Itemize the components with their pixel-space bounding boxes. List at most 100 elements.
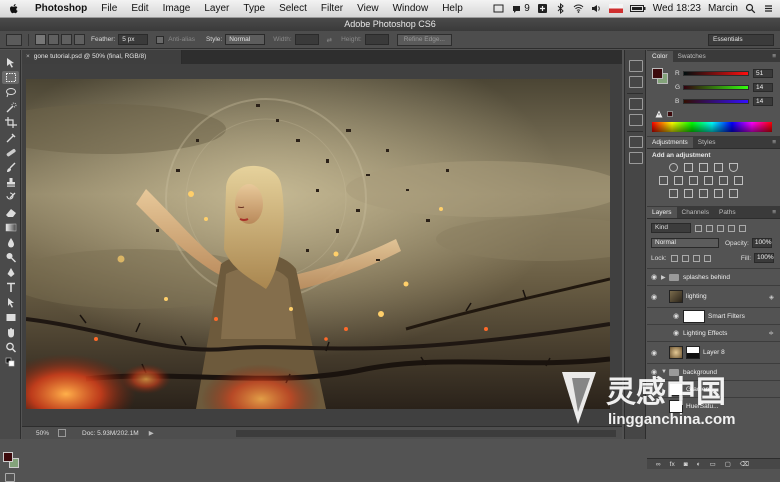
blue-value-input[interactable]: 14 xyxy=(753,96,773,106)
clone-stamp-tool[interactable] xyxy=(2,176,19,189)
adjustment-icon[interactable]: ◐ xyxy=(697,461,701,468)
spotlight-icon[interactable] xyxy=(745,3,756,14)
tab-color[interactable]: Color xyxy=(647,51,673,62)
character-panel-icon[interactable] xyxy=(629,136,643,148)
type-tool[interactable] xyxy=(2,281,19,294)
visibility-eye-icon[interactable]: ◉ xyxy=(669,312,683,320)
mask-icon[interactable]: ◙ xyxy=(684,461,688,468)
foreground-color-swatch[interactable] xyxy=(3,452,13,462)
volume-icon[interactable] xyxy=(591,3,602,14)
brush-tool[interactable] xyxy=(2,161,19,174)
menubar-clock[interactable]: Wed 18:23 xyxy=(653,3,701,14)
green-value-input[interactable]: 14 xyxy=(753,82,773,92)
filter-options-icon[interactable]: ≑ xyxy=(769,329,774,337)
fx-icon[interactable]: fx xyxy=(670,461,675,468)
path-selection-tool[interactable] xyxy=(2,296,19,309)
menubar-user[interactable]: Marcin xyxy=(708,3,738,14)
new-layer-icon[interactable]: ▢ xyxy=(725,460,731,468)
tab-adjustments[interactable]: Adjustments xyxy=(647,137,693,148)
menu-view[interactable]: View xyxy=(350,0,386,18)
refine-edge-button[interactable]: Refine Edge... xyxy=(396,33,452,46)
tab-swatches[interactable]: Swatches xyxy=(673,51,711,62)
subtract-selection-button[interactable] xyxy=(61,34,72,45)
menu-edit[interactable]: Edit xyxy=(124,0,155,18)
tray-bluetooth-icon[interactable] xyxy=(555,3,566,14)
menu-app-name[interactable]: Photoshop xyxy=(28,0,94,18)
color-spectrum-ramp[interactable] xyxy=(652,122,772,132)
fill-input[interactable]: 100% xyxy=(754,253,774,263)
layer-row-smart-filters[interactable]: ◉ Smart Filters xyxy=(647,307,780,324)
menu-window[interactable]: Window xyxy=(386,0,436,18)
document-tab[interactable]: × gone tutorial.psd @ 50% (final, RGB/8) xyxy=(22,50,182,64)
filter-shape-icon[interactable] xyxy=(728,224,735,232)
menu-filter[interactable]: Filter xyxy=(314,0,350,18)
gamut-warning-icon[interactable] xyxy=(655,110,663,118)
hand-tool[interactable] xyxy=(2,326,19,339)
status-info-icon[interactable] xyxy=(58,429,66,437)
green-slider[interactable] xyxy=(683,84,749,90)
menu-help[interactable]: Help xyxy=(435,0,470,18)
folder-icon[interactable]: ▭ xyxy=(710,460,716,468)
eyedropper-tool[interactable] xyxy=(2,131,19,144)
move-tool[interactable] xyxy=(2,56,19,69)
properties-panel-icon[interactable] xyxy=(629,76,643,88)
menu-type[interactable]: Type xyxy=(236,0,272,18)
threshold-icon[interactable] xyxy=(699,189,708,198)
tab-styles[interactable]: Styles xyxy=(693,137,721,148)
filter-adjustment-icon[interactable] xyxy=(706,224,713,232)
panel-menu-icon[interactable]: ≡ xyxy=(772,137,776,148)
menu-file[interactable]: File xyxy=(94,0,124,18)
tab-layers[interactable]: Layers xyxy=(647,207,677,218)
style-select[interactable]: Normal xyxy=(225,34,266,45)
brightness-contrast-icon[interactable] xyxy=(669,163,678,172)
visibility-eye-icon[interactable]: ◉ xyxy=(647,293,661,301)
notifications-list-icon[interactable] xyxy=(763,3,774,14)
red-value-input[interactable]: 51 xyxy=(753,68,773,78)
opacity-input[interactable]: 100% xyxy=(751,238,772,248)
apple-icon[interactable] xyxy=(8,3,20,15)
lasso-tool[interactable] xyxy=(2,86,19,99)
flag-icon[interactable] xyxy=(608,3,623,14)
visibility-eye-icon[interactable]: ◉ xyxy=(647,273,661,281)
quick-mask-icon[interactable] xyxy=(5,473,15,482)
height-input[interactable] xyxy=(364,34,389,45)
trash-icon[interactable]: ⌫ xyxy=(740,460,749,468)
filter-pixel-icon[interactable] xyxy=(695,224,702,232)
panel-menu-icon[interactable]: ≡ xyxy=(772,51,776,62)
brush-panel-icon[interactable] xyxy=(629,98,643,110)
gradient-tool[interactable] xyxy=(2,221,19,234)
lock-all-icon[interactable] xyxy=(703,254,711,262)
blur-tool[interactable] xyxy=(2,236,19,249)
zoom-tool[interactable] xyxy=(2,341,19,354)
filter-type-icon[interactable] xyxy=(717,224,724,232)
hue-saturation-icon[interactable] xyxy=(659,176,668,185)
marquee-tool[interactable] xyxy=(2,71,19,84)
antialias-checkbox[interactable] xyxy=(156,35,165,44)
lock-position-icon[interactable] xyxy=(692,254,700,262)
color-balance-icon[interactable] xyxy=(674,176,683,185)
lock-transparency-icon[interactable] xyxy=(670,254,678,262)
intersect-selection-button[interactable] xyxy=(74,34,85,45)
tab-channels[interactable]: Channels xyxy=(677,207,714,218)
tray-app-icon[interactable] xyxy=(493,3,504,14)
posterize-icon[interactable] xyxy=(684,189,693,198)
history-panel-icon[interactable] xyxy=(629,60,643,72)
battery-icon[interactable] xyxy=(629,3,646,14)
shape-tool[interactable] xyxy=(2,311,19,324)
channel-mixer-icon[interactable] xyxy=(719,176,728,185)
expand-arrow-icon[interactable]: ▶ xyxy=(661,274,669,281)
eraser-tool[interactable] xyxy=(2,206,19,219)
visibility-eye-icon[interactable]: ◉ xyxy=(669,329,683,337)
invert-icon[interactable] xyxy=(669,189,678,198)
zoom-level[interactable]: 50% xyxy=(22,430,50,437)
wifi-icon[interactable] xyxy=(573,3,584,14)
levels-icon[interactable] xyxy=(684,163,693,172)
tool-preset-picker[interactable] xyxy=(6,33,22,46)
curves-icon[interactable] xyxy=(699,163,708,172)
menu-select[interactable]: Select xyxy=(272,0,314,18)
status-menu-arrow-icon[interactable]: ▶ xyxy=(149,429,154,437)
layer-row-lighting-effects[interactable]: ◉ Lighting Effects ≑ xyxy=(647,324,780,341)
workspace-switcher[interactable]: Essentials xyxy=(708,34,774,46)
tray-notification-icon[interactable]: 9 xyxy=(511,3,530,14)
tab-paths[interactable]: Paths xyxy=(714,207,741,218)
